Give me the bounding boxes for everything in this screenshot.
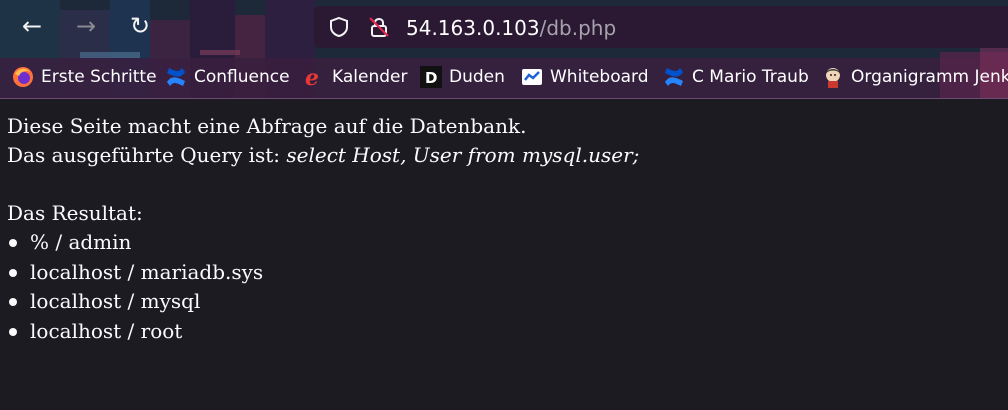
bullet bbox=[9, 298, 17, 306]
bookmarks-toolbar: Erste Schritte Confluence e Kalender D D… bbox=[0, 62, 1008, 92]
bookmark-label: Kalender bbox=[332, 67, 408, 87]
bookmark-whiteboard[interactable]: Whiteboard bbox=[521, 62, 649, 92]
kalender-icon: e bbox=[305, 66, 319, 88]
browser-chrome: ← → ↻ 54.163.0.103/db.php Erste Schritte… bbox=[0, 0, 1008, 99]
back-button[interactable]: ← bbox=[14, 8, 50, 44]
bookmark-label: Duden bbox=[449, 67, 505, 87]
result-value: % / admin bbox=[30, 230, 132, 254]
duden-icon: D bbox=[420, 66, 442, 88]
bookmark-duden[interactable]: D Duden bbox=[420, 62, 505, 92]
bookmark-label: Confluence bbox=[194, 67, 290, 87]
result-value: localhost / root bbox=[30, 318, 183, 343]
url-text[interactable]: 54.163.0.103/db.php bbox=[406, 16, 616, 40]
bookmark-kalender[interactable]: e Kalender bbox=[303, 62, 407, 92]
bookmark-label: Organigramm Jenki bbox=[851, 67, 1008, 87]
bookmark-erste-schritte[interactable]: Erste Schritte bbox=[12, 62, 157, 92]
whiteboard-icon bbox=[522, 69, 542, 85]
list-item: % / admin bbox=[7, 228, 997, 258]
bookmark-mario-traub[interactable]: C Mario Traub bbox=[663, 62, 809, 92]
result-list: % / admin localhost / mariadb.sys localh… bbox=[7, 228, 997, 346]
result-label: Das Resultat: bbox=[7, 201, 143, 225]
bullet bbox=[9, 327, 17, 336]
shield-icon[interactable] bbox=[328, 16, 350, 38]
url-bar[interactable]: 54.163.0.103/db.php bbox=[314, 6, 1008, 48]
page-content: Diese Seite macht eine Abfrage auf die D… bbox=[7, 112, 997, 346]
url-path: /db.php bbox=[539, 16, 617, 40]
confluence-icon bbox=[167, 68, 185, 86]
result-value: localhost / mysql bbox=[30, 289, 201, 313]
bookmark-label: Whiteboard bbox=[550, 67, 649, 87]
navigation-toolbar: ← → ↻ 54.163.0.103/db.php bbox=[0, 0, 1008, 52]
forward-arrow-icon: → bbox=[75, 12, 97, 40]
bookmark-confluence[interactable]: Confluence bbox=[165, 62, 290, 92]
list-item: localhost / mysql bbox=[7, 287, 997, 317]
bullet bbox=[9, 239, 17, 247]
back-arrow-icon: ← bbox=[21, 12, 43, 40]
query-prefix: Das ausgeführte Query ist: bbox=[7, 143, 287, 167]
bookmark-label: Erste Schritte bbox=[41, 67, 157, 87]
list-item: localhost / mariadb.sys bbox=[7, 258, 997, 288]
forward-button[interactable]: → bbox=[68, 8, 104, 44]
svg-text:e: e bbox=[305, 66, 319, 88]
firefox-icon bbox=[13, 67, 33, 87]
bookmark-organigramm[interactable]: Organigramm Jenki bbox=[822, 62, 1008, 92]
query-text: select Host, User from mysql.user; bbox=[286, 143, 640, 167]
jenkins-icon bbox=[826, 68, 840, 88]
svg-text:D: D bbox=[425, 69, 437, 87]
query-line: Das ausgeführte Query ist: select Host, … bbox=[7, 141, 997, 170]
bullet bbox=[9, 268, 17, 277]
url-host: 54.163.0.103 bbox=[406, 16, 540, 40]
reload-button[interactable]: ↻ bbox=[122, 8, 158, 44]
bookmark-label: C Mario Traub bbox=[692, 67, 809, 87]
insecure-lock-icon[interactable] bbox=[368, 16, 390, 38]
result-value: localhost / mariadb.sys bbox=[30, 259, 264, 284]
intro-text: Diese Seite macht eine Abfrage auf die D… bbox=[7, 114, 527, 138]
confluence-icon bbox=[665, 68, 683, 86]
list-item: localhost / root bbox=[7, 317, 997, 347]
reload-icon: ↻ bbox=[129, 12, 151, 40]
